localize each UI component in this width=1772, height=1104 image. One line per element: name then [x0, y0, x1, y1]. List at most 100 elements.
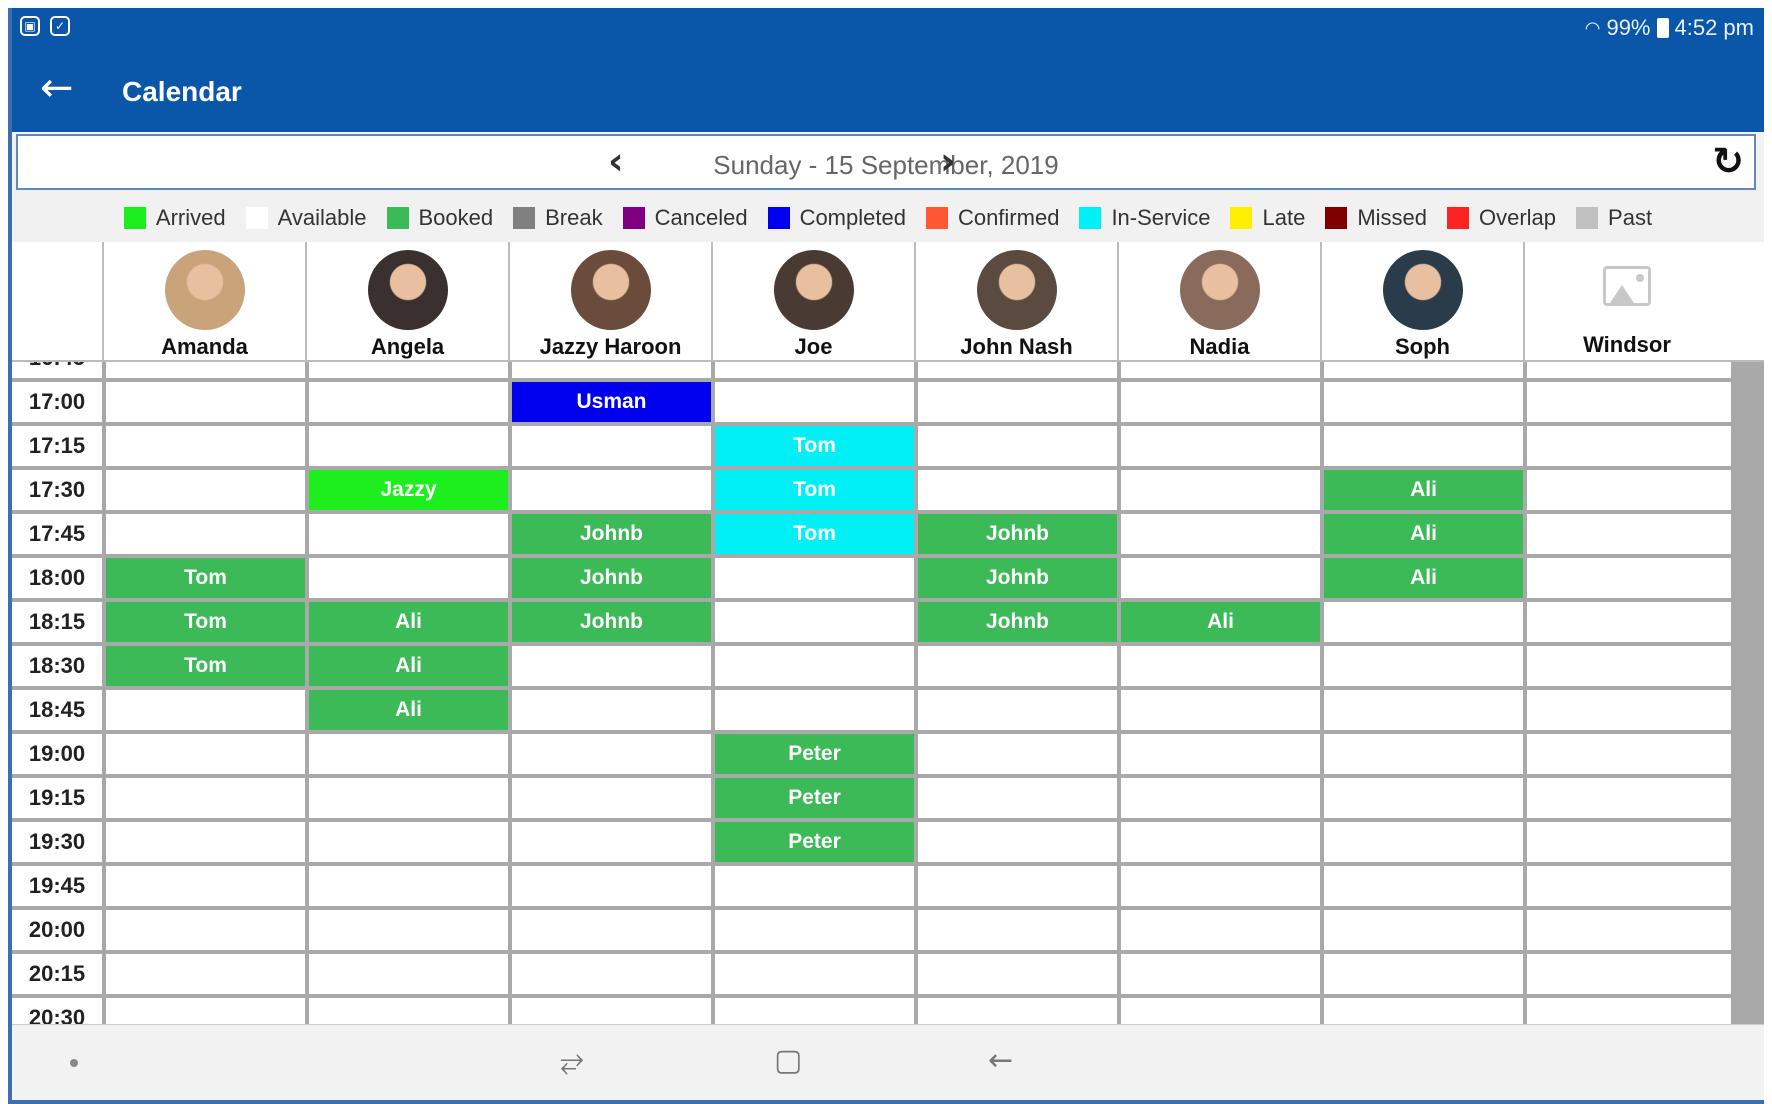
empty-slot-cell[interactable] [715, 362, 914, 378]
empty-slot-cell[interactable] [1121, 362, 1320, 378]
empty-slot-cell[interactable] [309, 382, 508, 422]
empty-slot-cell[interactable] [1121, 734, 1320, 774]
empty-slot-cell[interactable] [918, 690, 1117, 730]
appointment-cell[interactable]: Johnb [512, 602, 711, 642]
empty-slot-cell[interactable] [1121, 470, 1320, 510]
empty-slot-cell[interactable] [1527, 910, 1731, 950]
empty-slot-cell[interactable] [918, 426, 1117, 466]
empty-slot-cell[interactable] [106, 690, 305, 730]
empty-slot-cell[interactable] [309, 558, 508, 598]
back-arrow-icon[interactable]: ← [40, 68, 74, 108]
empty-slot-cell[interactable] [918, 382, 1117, 422]
empty-slot-cell[interactable] [309, 514, 508, 554]
appointment-cell[interactable]: Tom [106, 602, 305, 642]
empty-slot-cell[interactable] [918, 822, 1117, 862]
empty-slot-cell[interactable] [715, 382, 914, 422]
empty-slot-cell[interactable] [715, 690, 914, 730]
empty-slot-cell[interactable] [1324, 382, 1523, 422]
empty-slot-cell[interactable] [106, 778, 305, 818]
appointment-cell[interactable]: Ali [1121, 602, 1320, 642]
empty-slot-cell[interactable] [1121, 910, 1320, 950]
recent-apps-icon[interactable]: ⥂ [560, 1043, 584, 1078]
empty-slot-cell[interactable] [715, 602, 914, 642]
empty-slot-cell[interactable] [715, 646, 914, 686]
appointment-cell[interactable]: Tom [715, 426, 914, 466]
empty-slot-cell[interactable] [1527, 426, 1731, 466]
empty-slot-cell[interactable] [1527, 822, 1731, 862]
staff-column-header[interactable]: John Nash [914, 242, 1117, 360]
empty-slot-cell[interactable] [1527, 514, 1731, 554]
empty-slot-cell[interactable] [512, 426, 711, 466]
appointment-cell[interactable]: Johnb [918, 558, 1117, 598]
empty-slot-cell[interactable] [512, 954, 711, 994]
next-day-icon[interactable]: › [940, 142, 956, 180]
empty-slot-cell[interactable] [918, 778, 1117, 818]
empty-slot-cell[interactable] [918, 646, 1117, 686]
empty-slot-cell[interactable] [1527, 646, 1731, 686]
appointment-cell[interactable]: Peter [715, 734, 914, 774]
empty-slot-cell[interactable] [106, 382, 305, 422]
empty-slot-cell[interactable] [715, 954, 914, 994]
empty-slot-cell[interactable] [1527, 954, 1731, 994]
staff-column-header[interactable]: Joe [711, 242, 914, 360]
appointment-cell[interactable]: Johnb [512, 558, 711, 598]
empty-slot-cell[interactable] [715, 910, 914, 950]
empty-slot-cell[interactable] [1324, 362, 1523, 378]
appointment-cell[interactable]: Ali [1324, 470, 1523, 510]
empty-slot-cell[interactable] [1324, 734, 1523, 774]
empty-slot-cell[interactable] [1527, 602, 1731, 642]
staff-column-header[interactable]: Jazzy Haroon [508, 242, 711, 360]
empty-slot-cell[interactable] [106, 514, 305, 554]
appointment-cell[interactable]: Johnb [918, 602, 1117, 642]
empty-slot-cell[interactable] [918, 866, 1117, 906]
empty-slot-cell[interactable] [1324, 822, 1523, 862]
empty-slot-cell[interactable] [1324, 690, 1523, 730]
empty-slot-cell[interactable] [106, 734, 305, 774]
empty-slot-cell[interactable] [309, 426, 508, 466]
empty-slot-cell[interactable] [512, 470, 711, 510]
system-back-icon[interactable]: ← [988, 1043, 1013, 1078]
empty-slot-cell[interactable] [1121, 954, 1320, 994]
empty-slot-cell[interactable] [1527, 470, 1731, 510]
staff-column-header[interactable]: Windsor [1523, 242, 1729, 360]
appointment-cell[interactable]: Tom [106, 646, 305, 686]
empty-slot-cell[interactable] [309, 778, 508, 818]
empty-slot-cell[interactable] [1527, 778, 1731, 818]
empty-slot-cell[interactable] [309, 910, 508, 950]
empty-slot-cell[interactable] [715, 866, 914, 906]
empty-slot-cell[interactable] [309, 866, 508, 906]
appointment-cell[interactable]: Peter [715, 822, 914, 862]
empty-slot-cell[interactable] [1527, 362, 1731, 378]
empty-slot-cell[interactable] [1121, 822, 1320, 862]
empty-slot-cell[interactable] [1527, 690, 1731, 730]
empty-slot-cell[interactable] [512, 778, 711, 818]
empty-slot-cell[interactable] [512, 734, 711, 774]
empty-slot-cell[interactable] [1324, 866, 1523, 906]
staff-column-header[interactable]: Angela [305, 242, 508, 360]
appointment-cell[interactable]: Tom [715, 514, 914, 554]
appointment-cell[interactable]: Johnb [918, 514, 1117, 554]
empty-slot-cell[interactable] [1527, 866, 1731, 906]
appointment-cell[interactable]: Usman [512, 382, 711, 422]
empty-slot-cell[interactable] [309, 362, 508, 378]
empty-slot-cell[interactable] [1527, 382, 1731, 422]
empty-slot-cell[interactable] [512, 690, 711, 730]
empty-slot-cell[interactable] [918, 470, 1117, 510]
empty-slot-cell[interactable] [106, 822, 305, 862]
empty-slot-cell[interactable] [715, 558, 914, 598]
empty-slot-cell[interactable] [918, 734, 1117, 774]
empty-slot-cell[interactable] [106, 362, 305, 378]
empty-slot-cell[interactable] [1121, 558, 1320, 598]
empty-slot-cell[interactable] [1121, 382, 1320, 422]
empty-slot-cell[interactable] [512, 646, 711, 686]
empty-slot-cell[interactable] [1121, 778, 1320, 818]
empty-slot-cell[interactable] [1527, 734, 1731, 774]
appointment-cell[interactable]: Ali [309, 602, 508, 642]
empty-slot-cell[interactable] [309, 822, 508, 862]
empty-slot-cell[interactable] [106, 470, 305, 510]
appointment-cell[interactable]: Ali [1324, 558, 1523, 598]
refresh-icon[interactable]: ↻ [1712, 142, 1744, 180]
empty-slot-cell[interactable] [1121, 690, 1320, 730]
appointment-cell[interactable]: Ali [309, 646, 508, 686]
empty-slot-cell[interactable] [918, 910, 1117, 950]
